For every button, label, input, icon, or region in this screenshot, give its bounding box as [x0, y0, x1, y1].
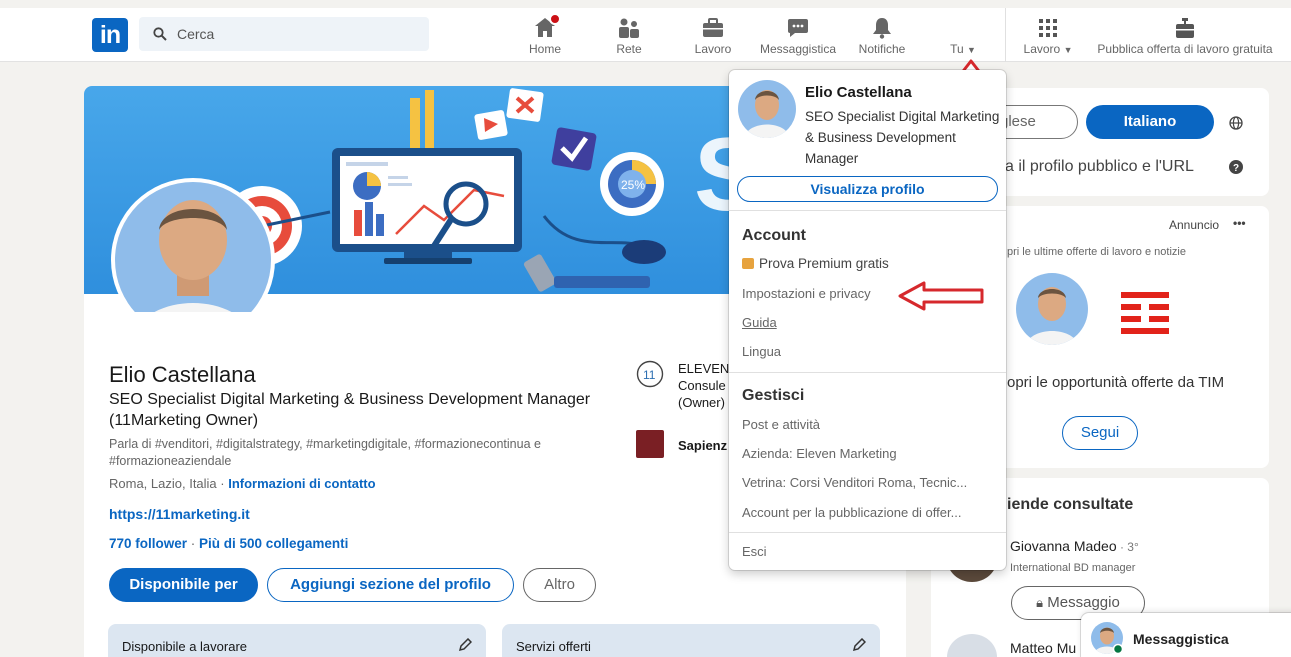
- profile-location: Roma, Lazio, Italia · Informazioni di co…: [109, 476, 376, 491]
- account-section-title: Account: [742, 227, 806, 244]
- website-link[interactable]: https://11marketing.it: [109, 506, 250, 522]
- banner-percent-label: 25%: [621, 178, 645, 192]
- messaging-overlay[interactable]: Messaggistica: [1081, 613, 1291, 657]
- premium-icon: [742, 258, 754, 269]
- lock-icon: 🔒︎: [1036, 595, 1044, 610]
- top-nav: in Cerca Home Rete Lavoro Messaggistica …: [0, 8, 1291, 62]
- add-profile-section-button[interactable]: Aggiungi sezione del profilo: [267, 568, 514, 602]
- tim-logo: [1121, 292, 1169, 334]
- help-link[interactable]: Guida: [742, 315, 777, 330]
- language-link[interactable]: Lingua: [742, 344, 781, 359]
- dropdown-name: Elio Castellana: [805, 84, 912, 101]
- posts-activity-link[interactable]: Post e attività: [742, 417, 820, 432]
- svg-text:?: ?: [1233, 163, 1239, 174]
- contact-info-link[interactable]: Informazioni di contatto: [228, 476, 375, 491]
- svg-text:11: 11: [643, 368, 656, 382]
- network-icon: [617, 16, 641, 40]
- person-name[interactable]: Matteo Mu: [1010, 640, 1076, 656]
- more-button[interactable]: Altro: [523, 568, 596, 602]
- search-input[interactable]: Cerca: [139, 17, 429, 51]
- search-icon: [153, 27, 167, 41]
- profile-topics: Parla di #venditori, #digitalstrategy, #…: [109, 437, 541, 468]
- chat-icon: [786, 16, 810, 40]
- chevron-down-icon: ▼: [966, 45, 976, 55]
- open-to-button[interactable]: Disponibile per: [109, 568, 258, 602]
- person-role: International BD manager: [1010, 562, 1136, 574]
- person-name[interactable]: Giovanna Madeo · 3°: [1010, 538, 1139, 554]
- follow-button[interactable]: Segui: [1062, 416, 1138, 450]
- divider: [729, 210, 1006, 211]
- nav-messaging[interactable]: Messaggistica: [756, 12, 840, 60]
- job-posting-account-link[interactable]: Account per la pubblicazione di offer...: [742, 505, 961, 520]
- linkedin-logo[interactable]: in: [92, 18, 128, 52]
- divider: [729, 532, 1006, 533]
- open-to-work-box[interactable]: Disponibile a lavorare: [108, 624, 486, 657]
- nav-jobs[interactable]: Lavoro: [688, 12, 738, 60]
- eleven-marketing-logo: 11: [636, 360, 664, 388]
- logout-link[interactable]: Esci: [742, 544, 767, 559]
- search-placeholder: Cerca: [177, 26, 215, 42]
- companies-viewed-title: iende consultate: [1007, 496, 1134, 513]
- ad-tagline: opri le opportunità offerte da TIM: [1007, 374, 1225, 391]
- annotation-arrow-left: [898, 281, 984, 311]
- chevron-down-icon: ▼: [1063, 45, 1073, 55]
- ad-more-icon[interactable]: •••: [1233, 216, 1246, 230]
- pencil-icon[interactable]: [852, 638, 866, 652]
- italian-button[interactable]: Italiano: [1086, 105, 1214, 139]
- settings-privacy-link[interactable]: Impostazioni e privacy: [742, 286, 871, 301]
- me-dropdown-menu: Elio Castellana SEO Specialist Digital M…: [729, 70, 1006, 570]
- profile-name: Elio Castellana: [109, 362, 256, 387]
- messaging-label: Messaggistica: [1133, 631, 1229, 647]
- grid-icon: [1036, 16, 1060, 40]
- bell-icon: [870, 16, 894, 40]
- globe-icon[interactable]: [1229, 116, 1243, 130]
- nav-divider: [1005, 8, 1006, 62]
- connections-link[interactable]: Più di 500 collegamenti: [199, 536, 348, 551]
- person-avatar[interactable]: [947, 634, 997, 657]
- dropdown-avatar[interactable]: [738, 80, 796, 138]
- briefcase-icon: [701, 16, 725, 40]
- divider: [729, 372, 1006, 373]
- experience-company[interactable]: ELEVEN Consule (Owner): [678, 360, 729, 411]
- view-profile-button[interactable]: Visualizza profilo: [737, 176, 998, 202]
- nav-notifications[interactable]: Notifiche: [852, 12, 912, 60]
- profile-photo[interactable]: [111, 178, 275, 312]
- pencil-icon[interactable]: [458, 638, 472, 652]
- nav-network[interactable]: Rete: [604, 12, 654, 60]
- help-icon[interactable]: ?: [1229, 160, 1243, 174]
- sapienza-logo: [636, 430, 664, 458]
- followers-link[interactable]: 770 follower: [109, 536, 187, 551]
- company-page-link[interactable]: Azienda: Eleven Marketing: [742, 446, 897, 461]
- ad-label: Annuncio: [1169, 218, 1220, 232]
- messaging-avatar: [1091, 622, 1123, 654]
- connections-info: 770 follower · Più di 500 collegamenti: [109, 536, 349, 551]
- manage-section-title: Gestisci: [742, 387, 805, 404]
- post-job-icon: [1173, 16, 1197, 40]
- education-school[interactable]: Sapienz: [678, 438, 727, 453]
- ad-user-photo: [1016, 273, 1088, 345]
- nav-work[interactable]: Lavoro ▼: [1018, 12, 1078, 60]
- nav-me[interactable]: Tu ▼: [940, 12, 986, 60]
- nav-post-job[interactable]: Pubblica offerta di lavoro gratuita: [1090, 12, 1280, 60]
- home-icon: [533, 13, 561, 40]
- showcase-page-link[interactable]: Vetrina: Corsi Venditori Roma, Tecnic...: [742, 475, 967, 490]
- dropdown-headline: SEO Specialist Digital Marketing & Busin…: [805, 109, 1000, 166]
- ad-text: pri le ultime offerte di lavoro e notizi…: [1007, 246, 1186, 258]
- profile-headline: SEO Specialist Digital Marketing & Busin…: [109, 391, 591, 429]
- premium-trial-link[interactable]: Prova Premium gratis: [742, 256, 889, 271]
- nav-home[interactable]: Home: [520, 12, 570, 60]
- public-profile-link[interactable]: a il profilo pubblico e l'URL: [1005, 158, 1194, 176]
- services-box[interactable]: Servizi offerti: [502, 624, 880, 657]
